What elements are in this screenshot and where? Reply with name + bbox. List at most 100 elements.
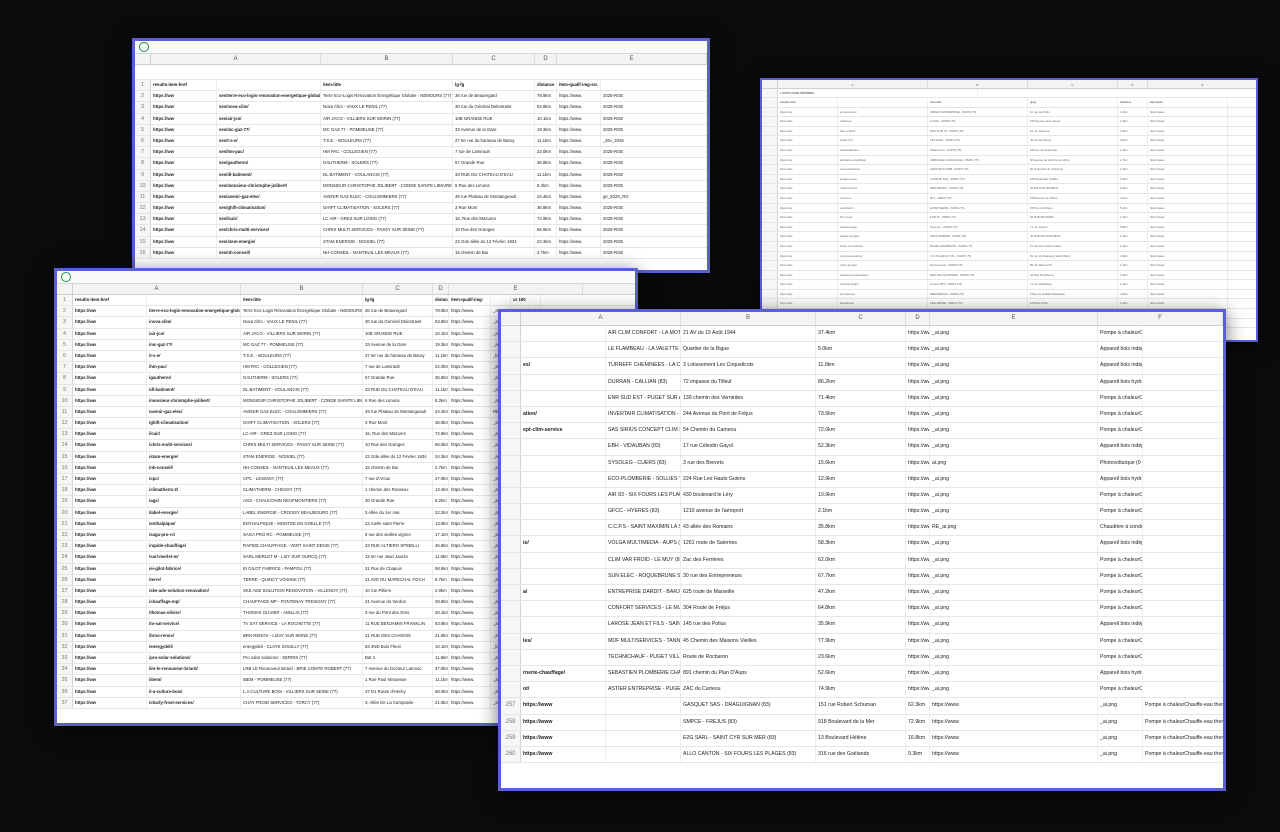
table-cell[interactable]: VOLGA MULTIMEDIA - AUPS (83) [606,536,681,552]
table-cell[interactable]: _ai.png [1098,698,1143,714]
row-number[interactable] [501,617,521,633]
row-number[interactable]: 12 [57,418,73,429]
table-cell[interactable]: results-item-href [73,295,147,306]
table-cell[interactable]: Appareil bois hydraulique (chaudière, po… [1098,374,1143,390]
table-cell[interactable]: AVENIR GAZ ELEC - COULOMMIERS (77) [241,406,363,418]
table-cell[interactable]: Appareil bois indépendant (insert, poêle… [1098,617,1143,633]
table-cell[interactable]: ses/nh-conseil/ [217,247,321,258]
table-cell[interactable]: 1.2km [1118,107,1148,117]
table-cell[interactable]: 83 rue du Faubourg Saint Martin [1028,251,1118,261]
table-cell[interactable]: 10B GRANDE RUE [363,328,433,339]
table-cell[interactable]: https://www. [449,653,491,664]
table-cell[interactable] [521,374,606,390]
table-cell[interactable]: 11.1km [535,135,557,147]
table-cell[interactable]: https://www. [449,574,491,585]
table-cell[interactable]: 36.8km [535,203,557,214]
table-cell[interactable]: https://www. [449,641,491,652]
table-cell[interactable]: 44 Rue Providence [1028,270,1118,280]
table-cell[interactable] [521,439,606,455]
table-cell[interactable]: 22 Gde allée du 12 Février 1934 [453,236,535,247]
table-cell[interactable]: https://ww [73,406,147,418]
table-cell[interactable]: ses/nova-clim/ [217,102,321,113]
table-cell[interactable]: 1 chemin des Rosseux [363,485,433,496]
table-cell[interactable]: entre-plomberie/ [838,165,928,174]
table-cell[interactable]: 8.2km [535,180,557,191]
table-cell[interactable]: 3 rue du Pont des Gres [363,608,433,619]
table-cell[interactable]: https://www [1148,280,1228,289]
table-cell[interactable]: solairedalsace/ [838,145,928,155]
table-cell[interactable]: 108 Avenue de Villiers [1028,193,1118,203]
table-cell[interactable]: 83 2ND Bois Fleuri [363,641,433,652]
row-number[interactable] [501,439,521,455]
table-cell[interactable]: Nova Clim - VAUX LE PENIL (77) [241,317,363,328]
table-cell[interactable]: 58.3km [816,536,906,552]
table-cell[interactable]: ses/avenir-gaz-elec/ [217,191,321,203]
table-cell[interactable]: https://ww [778,299,838,309]
table-cell[interactable]: 49 rue Plateau de Montangeault [363,406,433,418]
table-cell[interactable]: Pompe à chaleurChauffe-eau thermodynamiq… [1098,649,1143,665]
table-cell[interactable]: SARL MERLET M - LIZY SUR OURCQ (77) [241,552,363,563]
table-cell[interactable]: T.S.E. - BOULEURS (77) [321,135,453,147]
table-cell[interactable]: Terre Eco-Logis Rénovation Énergétique G… [321,91,453,102]
table-cell[interactable]: 36.8km [433,373,449,384]
row-number[interactable] [762,107,778,117]
table-cell[interactable]: _ai.png [1098,730,1143,746]
table-cell[interactable]: ie/ [521,536,606,552]
row-number[interactable]: 34 [57,664,73,675]
table-cell[interactable]: 52.6km [816,665,906,682]
table-cell[interactable]: Appareil bois indépendant (insert, poêle… [1098,358,1143,374]
table-cell[interactable]: https://www [906,585,930,601]
table-cell[interactable]: cyber-groupe/ [838,261,928,270]
table-cell[interactable]: optimeenergie/ [838,280,928,289]
table-cell[interactable]: 15 chemin de Bui [363,462,433,473]
table-cell[interactable]: 3 Allée du 1er mai [363,507,433,518]
column-header-d[interactable]: D [535,54,557,64]
table-cell[interactable]: https://www. [557,180,601,191]
table-cell[interactable]: https://www [906,406,930,423]
table-cell[interactable]: 8.7km [433,574,449,585]
table-cell[interactable]: atelier-fsv/ [838,136,928,145]
table-cell[interactable]: https://ww [778,145,838,155]
row-number[interactable]: 23 [57,541,73,552]
table-cell[interactable]: 24.4km [535,191,557,203]
table-cell[interactable]: 139 chemin des Vernèdes [681,390,816,406]
table-cell[interactable]: 10 Rue des Granges [363,440,433,451]
table-cell[interactable]: 12 ter rue Jean Jaurès [363,552,433,563]
table-cell[interactable]: https://ww [778,270,838,280]
table-cell[interactable]: https://ww [151,147,217,158]
table-cell[interactable]: _ai.png [930,423,1098,439]
table-cell[interactable]: Bat 4 [363,653,433,664]
table-cell[interactable]: lg-fg [1028,98,1118,107]
table-cell[interactable]: Pompe à chaleurChauffe-eau thermodynamiq… [1098,633,1143,649]
table-cell[interactable]: 11.8km [433,653,449,664]
table-cell[interactable]: 3 Lotissement Les Coquelicots [681,358,816,374]
row-number[interactable]: 11 [57,406,73,418]
table-cell[interactable]: THOMAS OLIVIER - AMILLIS (77) [241,608,363,619]
table-cell[interactable]: Terre Eco-Logis Rénovation Énergétique G… [241,306,363,317]
table-cell[interactable]: SYSOLEG - CUERS (83) [606,455,681,471]
table-cell[interactable]: https://www [1148,241,1228,251]
table-cell[interactable]: https://ww [151,135,217,147]
table-cell[interactable]: 9.3km [906,746,930,763]
table-cell[interactable] [521,342,606,358]
row-number[interactable] [762,184,778,193]
table-cell[interactable]: https://www. [449,384,491,395]
table-cell[interactable]: CHRIS MULTI SERVICES - PASSY SUR SEINE (… [241,440,363,451]
table-cell[interactable]: bchru-renovations/ [838,241,928,251]
table-cell[interactable]: https://ww [73,675,147,686]
formula-bar[interactable] [57,271,635,284]
table-cell[interactable]: results-item-href [151,80,217,91]
table-cell[interactable]: 2025-RGE [601,169,707,180]
table-cell[interactable]: https://ww [778,136,838,145]
table-cell[interactable]: item-title [928,98,1028,107]
table-cell[interactable]: MONSIEUR CHRISTOPHE JOLIBERT - CONDE SAI… [241,395,363,406]
table-cell[interactable]: AIR 83 - SIX FOURS LES PLAGES (83) [606,487,681,504]
table-cell[interactable]: https://www. [557,113,601,124]
table-cell[interactable]: 8.2km [433,395,449,406]
table-cell[interactable]: Appareil bois indépendant (insert, poêle… [1098,536,1143,552]
table-cell[interactable]: https://ww [778,222,838,232]
table-cell[interactable]: EBH - VIDAUBAN (83) [606,439,681,455]
table-cell[interactable]: 2.6km [1118,184,1148,193]
table-cell[interactable]: https://ww [778,155,838,165]
column-header-a[interactable]: A [778,80,928,88]
